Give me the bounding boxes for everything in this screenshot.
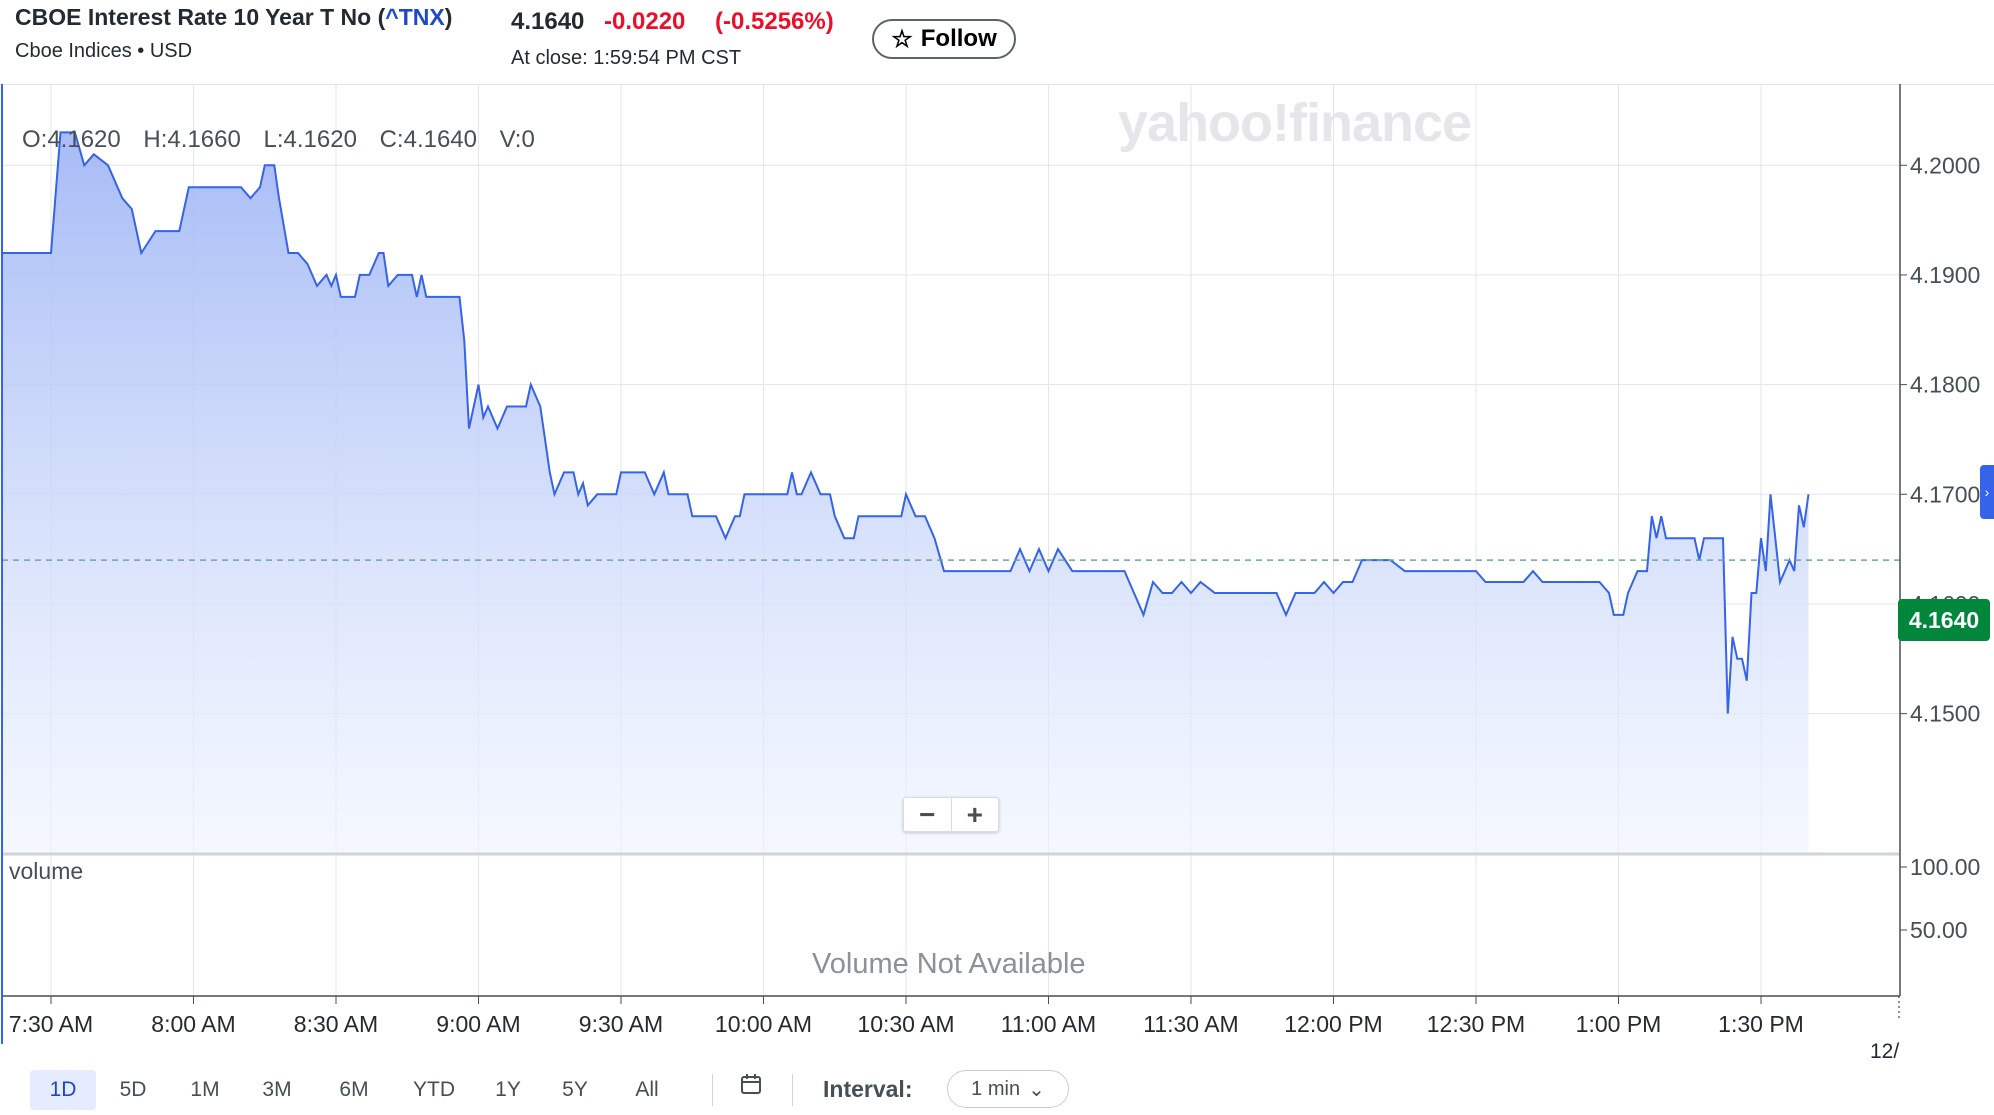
ohlc-close: C:4.1640 [379,126,477,153]
volume-tick-label: 100.00 [1910,854,1980,880]
calendar-icon[interactable] [740,1073,762,1101]
x-tick-label: 9:00 AM [436,1011,520,1037]
quote-price: 4.1640 [511,8,585,35]
zoom-in-button[interactable]: + [952,798,999,831]
y-tick-label: 4.1900 [1910,262,1980,288]
divider [792,1074,793,1106]
x-tick-label: 11:00 AM [1001,1011,1096,1037]
x-tick-label: 10:30 AM [857,1011,954,1037]
range-button-1m[interactable]: 1M [175,1070,235,1110]
ohlc-low: L:4.1620 [263,126,357,153]
interval-label: Interval: [823,1076,913,1102]
range-button-1y[interactable]: 1Y [478,1070,538,1110]
chart-area[interactable]: 4.15004.16004.17004.18004.19004.20007:30… [0,84,1994,1044]
zoom-out-button[interactable]: − [904,798,952,831]
x-tick-label: 8:30 AM [294,1011,378,1037]
follow-label: Follow [920,25,997,52]
x-tick-label: 12:30 PM [1427,1011,1525,1037]
range-button-all[interactable]: All [612,1070,682,1110]
y-tick-label: 4.2000 [1910,152,1980,178]
quote-symbol-close: ) [444,4,453,30]
y-tick-label: 4.1500 [1910,701,1980,727]
range-button-6m[interactable]: 6M [322,1070,386,1110]
chevron-right-icon: › [1984,484,1990,500]
range-button-1d[interactable]: 1D [30,1070,96,1110]
ohlc-high: H:4.1660 [143,126,241,153]
x-tick-label: 10:00 AM [715,1011,812,1037]
quote-close-time: At close: 1:59:54 PM CST [511,47,742,69]
x-tick-label: 7:30 AM [9,1011,93,1037]
x-tick-label: 9:30 AM [579,1011,663,1037]
quote-exchange: Cboe Indices • USD [15,40,193,62]
quote-change: -0.0220 [604,8,686,35]
range-button-3m[interactable]: 3M [245,1070,309,1110]
zoom-controls: − + [903,797,999,832]
quote-header: CBOE Interest Rate 10 Year T No (^TNX) C… [0,0,1994,85]
range-button-5y[interactable]: 5Y [545,1070,605,1110]
x-tick-label: 1:00 PM [1576,1011,1662,1037]
range-button-ytd[interactable]: YTD [394,1070,474,1110]
x-tick-label: 8:00 AM [151,1011,235,1037]
volume-not-available: Volume Not Available [812,948,1086,980]
y-tick-label: 4.1700 [1910,481,1980,507]
range-button-5d[interactable]: 5D [103,1070,163,1110]
star-outline-icon: ☆ [891,25,913,53]
interval-select[interactable]: 1 min ⌄ [947,1070,1069,1108]
ohlc-volume: V:0 [499,126,535,153]
volume-label: volume [9,858,84,884]
yahoo-finance-watermark: yahoo!finance [1118,93,1472,153]
x-tick-label: 1:30 PM [1718,1011,1804,1037]
divider [712,1074,713,1106]
x-tick-label: 12:00 PM [1284,1011,1382,1037]
x-tick-label: 11:30 AM [1143,1011,1238,1037]
follow-button[interactable]: ☆ Follow [872,19,1016,59]
current-price-badge: 4.1640 [1898,599,1990,641]
quote-symbol[interactable]: ^TNX [385,4,444,30]
y-tick-label: 4.1800 [1910,372,1980,398]
price-chart[interactable]: 4.15004.16004.17004.18004.19004.20007:30… [0,84,1994,1044]
volume-tick-label: 50.00 [1910,917,1968,943]
quote-change-percent: (-0.5256%) [715,8,834,35]
quote-name: CBOE Interest Rate 10 Year T No [15,4,372,30]
ohlc-open: O:4.1620 [22,126,121,153]
quote-title: CBOE Interest Rate 10 Year T No (^TNX) [15,4,452,31]
chevron-down-icon: ⌄ [1028,1078,1045,1101]
side-panel-toggle[interactable]: › [1980,465,1994,519]
interval-value: 1 min [971,1077,1021,1100]
ohlc-readout: O:4.1620 H:4.1660 L:4.1620 C:4.1640 V:0 [22,126,551,154]
